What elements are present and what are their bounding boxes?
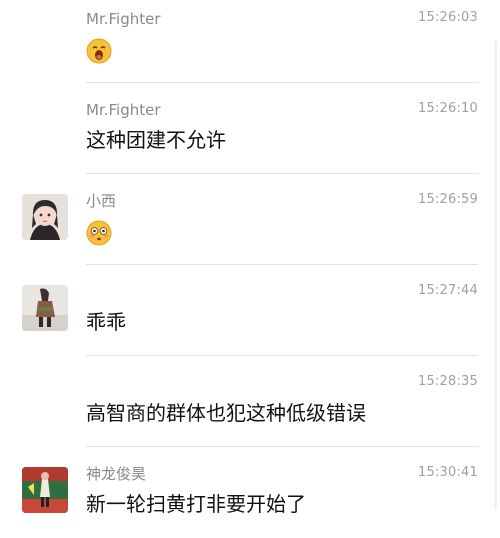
- message-text: 新一轮扫黄打非要开始了: [86, 492, 306, 516]
- message-time: 15:28:35: [418, 374, 478, 389]
- message-time: 15:30:41: [418, 465, 478, 480]
- message-item[interactable]: 15:28:35 高智商的群体也犯这种低级错误: [0, 356, 500, 447]
- chat-message-list: Mr.Fighter 15:26:03 Mr.Fighter 15:26:10 …: [0, 0, 500, 525]
- message-item[interactable]: 神龙俊昊 15:30:41 新一轮扫黄打非要开始了: [0, 447, 500, 538]
- message-item[interactable]: Mr.Fighter 15:26:03: [0, 0, 500, 83]
- sender-name[interactable]: Mr.Fighter: [86, 101, 161, 119]
- message-time: 15:26:03: [418, 10, 478, 25]
- scrollbar[interactable]: [494, 40, 497, 510]
- message-text: 高智商的群体也犯这种低级错误: [86, 401, 366, 425]
- avatar-photo-icon: [22, 467, 68, 513]
- message-time: 15:27:44: [418, 283, 478, 298]
- message-time: 15:26:59: [418, 192, 478, 207]
- avatar[interactable]: [22, 285, 68, 331]
- message-item[interactable]: 15:27:44 乖乖: [0, 265, 500, 356]
- yawning-face-emoji-icon: [86, 38, 112, 64]
- sender-name[interactable]: 小西: [86, 192, 116, 210]
- message-text: 这种团建不允许: [86, 128, 226, 152]
- avatar[interactable]: [22, 194, 68, 240]
- flushed-face-emoji-icon: [86, 220, 112, 246]
- sender-name[interactable]: 神龙俊昊: [86, 465, 146, 483]
- message-text: 乖乖: [86, 310, 126, 334]
- avatar-illustration-icon: [22, 194, 68, 240]
- sender-name[interactable]: Mr.Fighter: [86, 10, 161, 28]
- avatar-photo-icon: [22, 285, 68, 331]
- message-time: 15:26:10: [418, 101, 478, 116]
- message-item[interactable]: Mr.Fighter 15:26:10 这种团建不允许: [0, 83, 500, 174]
- avatar[interactable]: [22, 467, 68, 513]
- message-item[interactable]: 小西 15:26:59: [0, 174, 500, 265]
